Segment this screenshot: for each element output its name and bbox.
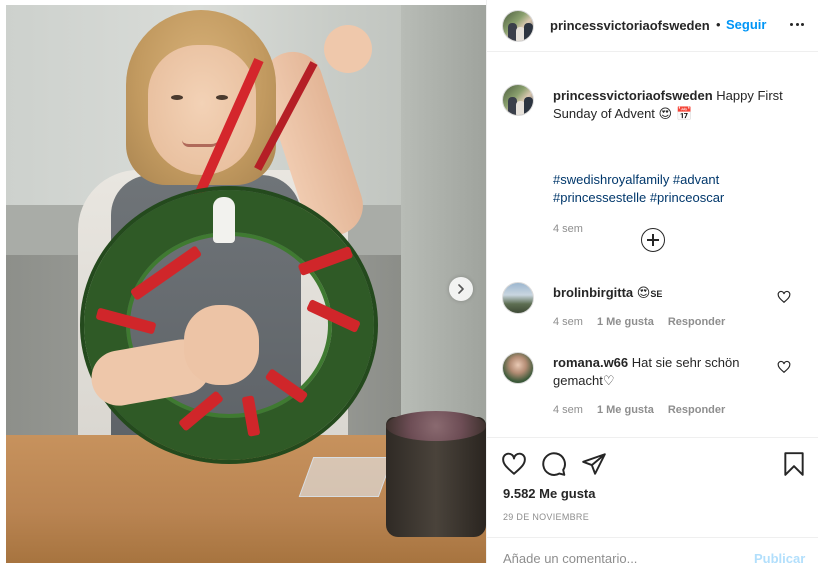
plus-circle-icon[interactable]: [641, 228, 665, 252]
more-options-icon[interactable]: [787, 14, 807, 34]
comment-time[interactable]: 4 sem: [553, 316, 583, 328]
comment-username[interactable]: brolinbirgitta: [553, 285, 633, 300]
comment-text: romana.w66 Hat sie sehr schön gemacht♡: [553, 354, 768, 391]
photo-plastic-box: [298, 457, 394, 497]
heart-icon[interactable]: [501, 451, 527, 477]
reply-button[interactable]: Responder: [668, 316, 725, 328]
comment-username[interactable]: romana.w66: [553, 355, 628, 370]
comment-likes[interactable]: 1 Me gusta: [597, 404, 654, 416]
caption-username[interactable]: princessvictoriaofsweden: [553, 88, 713, 103]
photo-child-eye-left: [171, 95, 183, 100]
avatar[interactable]: [502, 352, 534, 384]
comment-emoji: ♡: [602, 374, 615, 389]
paper-plane-icon[interactable]: [581, 451, 607, 477]
comment-input[interactable]: [503, 551, 723, 563]
avatar[interactable]: [502, 10, 534, 42]
avatar[interactable]: [502, 84, 534, 116]
flag-se: SE: [650, 289, 663, 299]
caption-hashtags[interactable]: #swedishroyalfamily #advant #princessest…: [553, 171, 803, 207]
avatar[interactable]: [502, 282, 534, 314]
next-photo-button[interactable]: [449, 277, 473, 301]
photo-angel-ornament: [213, 197, 235, 243]
comment-meta: 4 sem 1 Me gusta Responder: [553, 404, 725, 416]
separator-dot: •: [716, 17, 721, 32]
heart-icon[interactable]: [777, 290, 791, 304]
caption-time[interactable]: 4 sem: [553, 223, 583, 235]
avatar-figure: [524, 23, 533, 41]
comments-section[interactable]: princessvictoriaofsweden Happy First Sun…: [487, 52, 818, 437]
photo-child-hand-left: [184, 305, 259, 385]
avatar-figure: [524, 97, 533, 115]
likes-count[interactable]: 9.582 Me gusta: [503, 486, 596, 501]
caption-text: princessvictoriaofsweden Happy First Sun…: [553, 87, 803, 124]
caption-emojis: 😍 📅: [658, 107, 693, 122]
post-date[interactable]: 29 DE NOVIEMBRE: [503, 512, 589, 522]
comment-meta: 4 sem 1 Me gusta Responder: [553, 316, 725, 328]
comment-emoji: 😍: [636, 286, 651, 301]
comment-likes[interactable]: 1 Me gusta: [597, 316, 654, 328]
post-header: princessvictoriaofsweden • Seguir: [487, 0, 818, 52]
add-comment-bar: Publicar: [487, 537, 818, 563]
reply-button[interactable]: Responder: [668, 404, 725, 416]
bookmark-icon[interactable]: [781, 451, 807, 477]
post-photo: [6, 5, 486, 563]
publish-button[interactable]: Publicar: [754, 551, 805, 563]
photo-child-mouth: [182, 140, 218, 147]
comment-bubble-icon[interactable]: [541, 451, 567, 477]
photo-child-hand-raised: [324, 25, 372, 73]
chevron-right-icon: [458, 284, 464, 294]
photo-tin-beads: [386, 411, 486, 441]
follow-button[interactable]: Seguir: [726, 17, 766, 32]
photo-child-eye-right: [216, 95, 228, 100]
comment-text: brolinbirgitta 😍SE: [553, 284, 768, 303]
post-side-panel: princessvictoriaofsweden • Seguir prince…: [486, 0, 818, 563]
header-username[interactable]: princessvictoriaofsweden: [550, 18, 710, 33]
photo-door: [401, 5, 486, 445]
post-actions: 9.582 Me gusta 29 DE NOVIEMBRE: [487, 437, 818, 537]
comment-time[interactable]: 4 sem: [553, 404, 583, 416]
heart-icon[interactable]: [777, 360, 791, 374]
